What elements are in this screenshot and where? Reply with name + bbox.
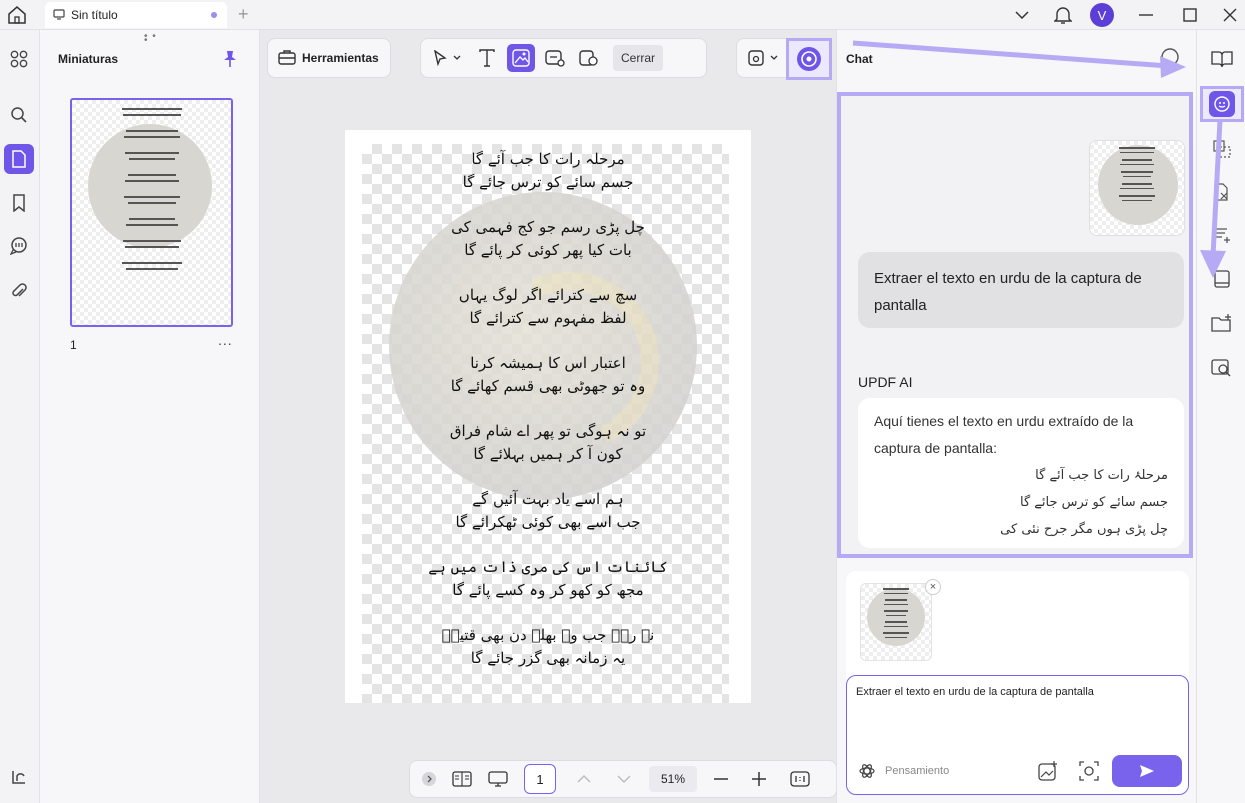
close-window-icon[interactable] (1220, 3, 1240, 27)
chat-conversation: Extraer el texto en urdu de la captura d… (837, 92, 1193, 558)
organize-pages-icon[interactable] (1209, 266, 1235, 292)
title-bar: Sin título + V (0, 0, 1245, 30)
zoom-level[interactable]: 51% (644, 765, 702, 793)
send-button[interactable] (1112, 755, 1182, 787)
chevron-down-icon[interactable] (1012, 3, 1032, 27)
layers-icon[interactable] (4, 762, 34, 792)
ai-response-line: مرحلۂ رات کا جب آئے گا (1035, 468, 1168, 483)
pin-icon[interactable] (222, 50, 238, 68)
page-navigation-bar: 1 51% (409, 760, 837, 798)
user-message: Extraer el texto en urdu de la captura d… (858, 252, 1184, 328)
apps-grid-icon[interactable] (4, 44, 34, 74)
right-rail (1196, 30, 1245, 803)
text-tool-icon[interactable] (473, 44, 501, 72)
ai-response-intro: Aquí tienes el texto en urdu extraído de… (874, 413, 1134, 456)
close-edit-button[interactable]: Cerrar (613, 45, 664, 71)
reading-mode-icon[interactable] (1209, 46, 1235, 72)
new-tab-icon[interactable]: + (238, 5, 256, 23)
zoom-value[interactable]: 51% (649, 766, 697, 792)
bell-icon[interactable] (1052, 3, 1074, 27)
bookmark-icon[interactable] (4, 188, 34, 218)
maximize-icon[interactable] (1180, 3, 1200, 27)
link-tool-icon[interactable] (541, 44, 569, 72)
ai-response-line: جسم سائے کو ترس جائے گا (1020, 495, 1168, 510)
thumbnails-title: Miniaturas (58, 52, 119, 66)
thumbnails-panel: • • • Miniaturas 1 ... (40, 30, 260, 803)
thumbnail-page-number: 1 (70, 338, 77, 352)
convert-icon[interactable] (1209, 179, 1235, 205)
ocr-icon[interactable] (1209, 222, 1235, 248)
toolbox-icon (278, 49, 296, 68)
search-icon[interactable] (4, 100, 34, 130)
thinking-toggle[interactable]: Pensamiento (859, 760, 949, 782)
tab-doc-icon (53, 8, 65, 23)
tools-button[interactable]: Herramientas (267, 38, 391, 78)
add-image-icon[interactable] (1037, 760, 1059, 782)
attached-screenshot-preview[interactable] (1089, 140, 1185, 236)
attachment-icon[interactable] (4, 276, 34, 306)
select-pointer-icon[interactable] (427, 44, 467, 72)
background-tool-icon[interactable] (575, 44, 603, 72)
home-icon[interactable] (6, 5, 28, 25)
screenshot-icon[interactable] (1078, 760, 1100, 782)
chat-composer: × Extraer el texto en urdu de la captura… (846, 571, 1189, 795)
presentation-icon[interactable] (480, 765, 516, 793)
history-icon[interactable] (1159, 46, 1181, 68)
previous-page-icon[interactable] (564, 765, 604, 793)
document-area: Herramientas Cerrar مرحلہ رات کا جب آئے … (261, 30, 837, 803)
document-tab[interactable]: Sin título (45, 2, 227, 28)
ai-response-line: چل پڑی ہوں مگر جرح نئی کی (1000, 522, 1168, 537)
page-layout-icon[interactable] (444, 765, 480, 793)
collapse-arrow-icon[interactable] (414, 765, 444, 793)
avatar-initial: V (1090, 3, 1114, 27)
actual-size-icon[interactable] (778, 765, 822, 793)
minimize-icon[interactable] (1136, 3, 1156, 27)
ai-assistant-button[interactable] (1200, 86, 1244, 122)
page-thumbnail[interactable] (70, 98, 233, 327)
pdf-page: مرحلہ رات کا جب آئے گا جسم سائے کو ترس جا… (345, 130, 751, 703)
chat-title: Chat (846, 52, 873, 66)
thinking-icon (859, 764, 875, 778)
ai-response: Aquí tienes el texto en urdu extraído de… (858, 398, 1184, 548)
user-avatar[interactable]: V (1090, 3, 1114, 27)
thinking-label: Pensamiento (885, 765, 950, 777)
unsaved-dot (211, 12, 217, 18)
thumbnail-preview (72, 100, 231, 325)
next-page-icon[interactable] (604, 765, 644, 793)
send-icon (1140, 765, 1154, 777)
pending-attachment[interactable] (860, 583, 932, 661)
panel-grip-icon[interactable]: • • • (144, 32, 158, 46)
thumbnail-more-icon[interactable]: ... (218, 332, 233, 348)
prompt-text[interactable]: Extraer el texto en urdu de la captura d… (856, 686, 1094, 698)
tab-label: Sin título (71, 8, 118, 22)
updf-ai-button[interactable] (786, 38, 832, 80)
folder-star-icon[interactable] (1209, 310, 1235, 336)
page-number-input[interactable]: 1 (524, 764, 556, 794)
translate-icon[interactable] (1209, 136, 1235, 162)
comments-icon[interactable] (4, 231, 34, 261)
thumbnails-page-icon[interactable] (4, 144, 34, 174)
urdu-poem: مرحلہ رات کا جب آئے گا جسم سائے کو ترس جا… (428, 150, 668, 667)
edit-toolbar: Cerrar (420, 38, 707, 78)
image-tool-icon[interactable] (507, 44, 535, 72)
tools-label: Herramientas (302, 51, 379, 65)
zoom-in-icon[interactable] (740, 765, 778, 793)
zoom-out-icon[interactable] (702, 765, 740, 793)
ai-sender-label: UPDF AI (858, 374, 913, 390)
page-number-field[interactable]: 1 (516, 764, 564, 794)
chat-panel: Chat Extraer el texto en urdu de la capt… (836, 30, 1196, 803)
remove-attachment-icon[interactable]: × (925, 579, 941, 595)
left-rail (0, 30, 40, 803)
save-options-icon[interactable] (743, 44, 783, 72)
search-document-icon[interactable] (1209, 355, 1235, 381)
prompt-input[interactable]: Extraer el texto en urdu de la captura d… (846, 675, 1189, 795)
